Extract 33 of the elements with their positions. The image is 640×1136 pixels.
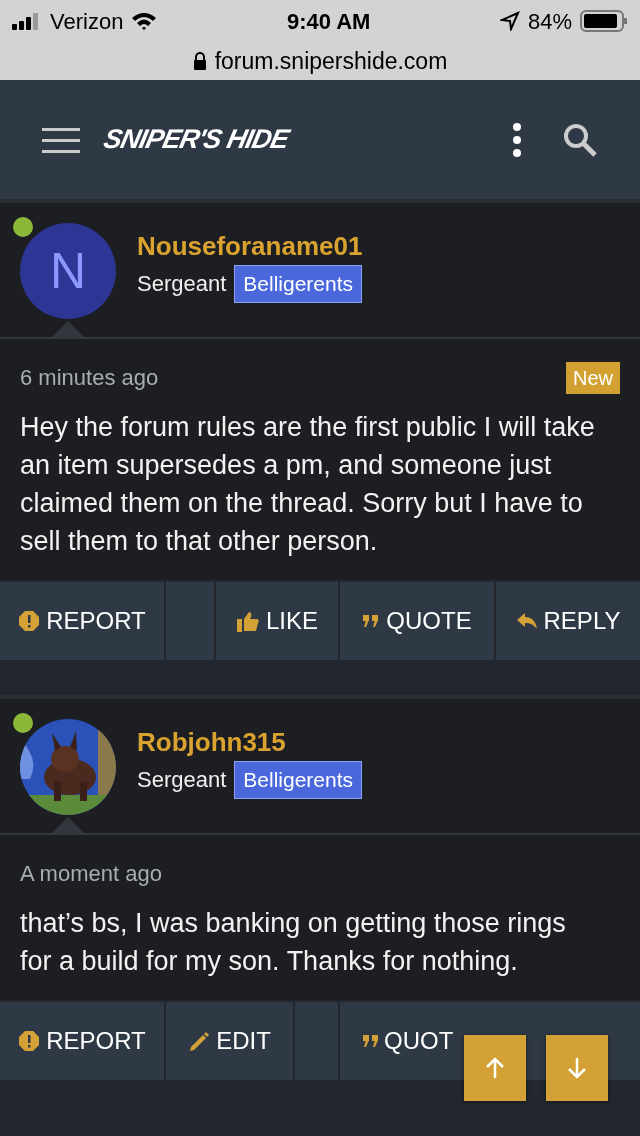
post-body: Hey the forum rules are the first public I will take an item supersedes a pm, and someone just claimed them on the thread. Sorry but I have to sell them to that other person.: [19, 411, 596, 558]
quote-marks-icon: [362, 1034, 380, 1048]
pencil-icon: [188, 1030, 211, 1052]
location-arrow-icon: [499, 11, 520, 31]
site-logo[interactable]: SNIPER'S HIDE: [99, 119, 293, 160]
post-body: that’s bs, I was banking on getting those rings for a build for my son. Thanks for nothing.: [19, 907, 567, 978]
url-text: forum.snipershide.com: [214, 46, 448, 76]
more-options-icon[interactable]: [512, 122, 522, 157]
battery-icon: [580, 10, 628, 32]
battery-percent: 84%: [527, 7, 572, 36]
avatar[interactable]: N: [20, 223, 116, 319]
lock-icon: [192, 52, 207, 70]
reply-arrow-icon: [515, 612, 538, 630]
warning-octagon-icon: [18, 1030, 41, 1052]
search-icon[interactable]: [562, 121, 598, 158]
warning-octagon-icon: [18, 610, 41, 632]
menu-icon[interactable]: [42, 126, 80, 153]
username-link[interactable]: Nouseforaname01: [137, 227, 363, 266]
new-badge: New: [566, 361, 620, 394]
down-arrow-icon: [567, 1057, 587, 1079]
user-rank: Sergeant: [137, 270, 227, 299]
wifi-icon: [131, 12, 158, 30]
group-banner: Belligerents: [234, 265, 363, 303]
username-link[interactable]: Robjohn315: [137, 723, 286, 762]
post-time[interactable]: 6 minutes ago: [20, 361, 159, 394]
user-rank: Sergeant: [137, 766, 227, 795]
quote-marks-icon: [362, 614, 381, 628]
up-arrow-icon: [485, 1057, 505, 1079]
carrier-name: Verizon: [50, 7, 124, 36]
group-banner: Belligerents: [234, 761, 363, 799]
thumbs-up-icon: [236, 610, 260, 632]
post-time[interactable]: A moment ago: [20, 857, 162, 890]
clock: 9:40 AM: [286, 7, 371, 36]
